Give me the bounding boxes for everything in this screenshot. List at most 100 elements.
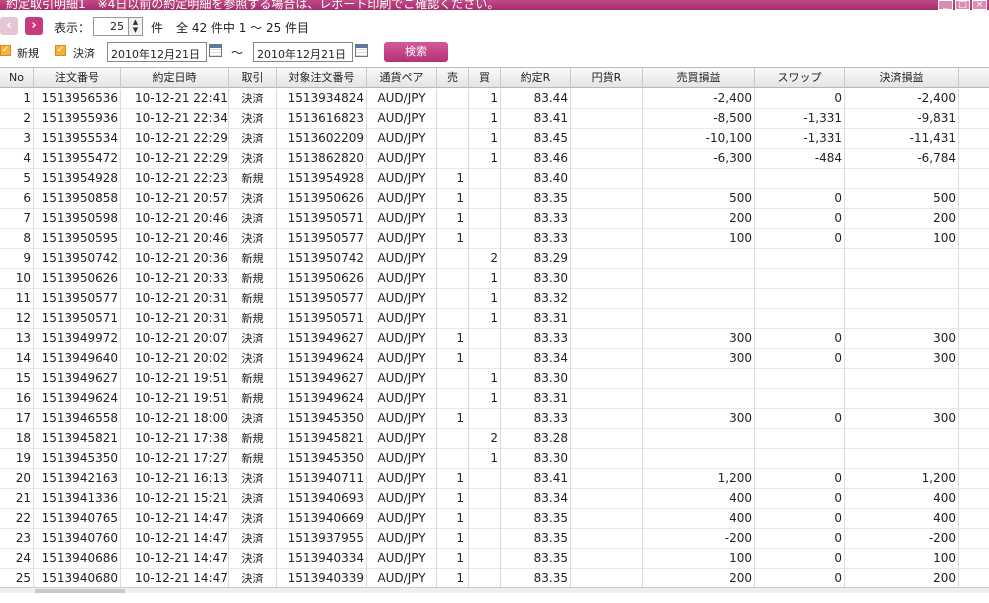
- cell-currency-pair: AUD/JPY: [367, 189, 437, 209]
- header-buy[interactable]: 買: [469, 68, 501, 88]
- cell-sell: [437, 269, 469, 289]
- cell-exec-rate: 83.46: [501, 149, 571, 169]
- table-row[interactable]: 19 1513945350 10-12-21 17:27 新規 1513945350 AU…: [0, 449, 989, 469]
- cell-buy: 1: [469, 109, 501, 129]
- cell-exec-rate: 83.34: [501, 489, 571, 509]
- cell-trade-type: 新規: [229, 309, 277, 329]
- cell-sell: 1: [437, 169, 469, 189]
- cell-exec-time: 10-12-21 20:31: [121, 309, 229, 329]
- header-target-order-no[interactable]: 対象注文番号: [277, 68, 367, 88]
- cell-swap: [755, 249, 845, 269]
- page-size-stepper[interactable]: 25 ▲ ▼: [93, 17, 143, 36]
- chevron-left-icon[interactable]: ‹: [0, 17, 18, 35]
- header-no[interactable]: No: [0, 68, 34, 88]
- window-title: 約定取引明細1 ※4日以前の約定明細を参照する場合は、レポート印刷でご確認くださ…: [6, 0, 500, 10]
- table-row[interactable]: 4 1513955472 10-12-21 22:29 決済 1513862820 AUD…: [0, 149, 989, 169]
- table-row[interactable]: 22 1513940765 10-12-21 14:47 決済 1513940669 AU…: [0, 509, 989, 529]
- table-row[interactable]: 25 1513940680 10-12-21 14:47 決済 1513940339 AU…: [0, 569, 989, 589]
- horizontal-scrollbar[interactable]: [0, 587, 989, 593]
- table-row[interactable]: 11 1513950577 10-12-21 20:31 新規 1513950577 AU…: [0, 289, 989, 309]
- header-trade-pl[interactable]: 売買損益: [643, 68, 755, 88]
- cell-exec-rate: 83.31: [501, 309, 571, 329]
- close-button[interactable]: ×: [972, 0, 987, 10]
- cell-trade-type: 決済: [229, 569, 277, 589]
- cell-buy: [469, 489, 501, 509]
- header-exec-time[interactable]: 約定日時: [121, 68, 229, 88]
- cell-currency-pair: AUD/JPY: [367, 289, 437, 309]
- cell-exec-time: 10-12-21 20:36: [121, 249, 229, 269]
- table-row[interactable]: 16 1513949624 10-12-21 19:51 新規 1513949624 AU…: [0, 389, 989, 409]
- maximize-button[interactable]: □: [955, 0, 970, 10]
- calendar-icon[interactable]: [355, 44, 368, 57]
- cell-no: 20: [0, 469, 34, 489]
- cell-currency-pair: AUD/JPY: [367, 229, 437, 249]
- cell-no: 7: [0, 209, 34, 229]
- table-row[interactable]: 9 1513950742 10-12-21 20:36 新規 1513950742 AUD…: [0, 249, 989, 269]
- cell-trade-type: 新規: [229, 289, 277, 309]
- cell-trade-pl: -2,400: [643, 89, 755, 109]
- date-to-field[interactable]: 2010年12月21日: [253, 42, 353, 62]
- page-size-value[interactable]: 25: [96, 20, 124, 33]
- table-row[interactable]: 10 1513950626 10-12-21 20:33 新規 1513950626 AU…: [0, 269, 989, 289]
- table-row[interactable]: 5 1513954928 10-12-21 22:23 新規 1513954928 AUD…: [0, 169, 989, 189]
- table-row[interactable]: 14 1513949640 10-12-21 20:02 決済 1513949624 AU…: [0, 349, 989, 369]
- cell-order-no: 1513950595: [34, 229, 121, 249]
- chevron-right-icon[interactable]: ›: [25, 17, 43, 35]
- table-row[interactable]: 21 1513941336 10-12-21 15:21 決済 1513940693 AU…: [0, 489, 989, 509]
- table-row[interactable]: 18 1513945821 10-12-21 17:38 新規 1513945821 AU…: [0, 429, 989, 449]
- minimize-button[interactable]: _: [938, 0, 953, 10]
- scrollbar-thumb[interactable]: [35, 589, 125, 593]
- cell-exec-time: 10-12-21 19:51: [121, 369, 229, 389]
- cell-trade-type: 新規: [229, 449, 277, 469]
- cell-currency-pair: AUD/JPY: [367, 89, 437, 109]
- cell-yen-rate: [571, 309, 643, 329]
- table-row[interactable]: 7 1513950598 10-12-21 20:46 決済 1513950571 AUD…: [0, 209, 989, 229]
- search-button[interactable]: 検索: [384, 42, 448, 62]
- header-trade-type[interactable]: 取引: [229, 68, 277, 88]
- new-checkbox[interactable]: ✓: [0, 45, 11, 56]
- table-row[interactable]: 6 1513950858 10-12-21 20:57 決済 1513950626 AUD…: [0, 189, 989, 209]
- header-currency-pair[interactable]: 通貨ペア: [367, 68, 437, 88]
- cell-buy: [469, 169, 501, 189]
- header-settle-pl[interactable]: 決済損益: [845, 68, 959, 88]
- table-row[interactable]: 24 1513940686 10-12-21 14:47 決済 1513940334 AU…: [0, 549, 989, 569]
- cell-order-no: 1513950577: [34, 289, 121, 309]
- cell-exec-rate: 83.30: [501, 369, 571, 389]
- table-row[interactable]: 3 1513955534 10-12-21 22:29 決済 1513602209 AUD…: [0, 129, 989, 149]
- calendar-icon[interactable]: [209, 44, 222, 57]
- table-row[interactable]: 17 1513946558 10-12-21 18:00 決済 1513945350 AU…: [0, 409, 989, 429]
- header-swap[interactable]: スワップ: [755, 68, 845, 88]
- cell-sell: 1: [437, 489, 469, 509]
- table-row[interactable]: 1 1513956536 10-12-21 22:41 決済 1513934824 AUD…: [0, 89, 989, 109]
- table-row[interactable]: 13 1513949972 10-12-21 20:07 決済 1513949627 AU…: [0, 329, 989, 349]
- cell-order-no: 1513940760: [34, 529, 121, 549]
- stepper-down-icon[interactable]: ▼: [129, 26, 142, 34]
- cell-exec-rate: 83.35: [501, 529, 571, 549]
- cell-settle-pl: -9,831: [845, 109, 959, 129]
- table-row[interactable]: 15 1513949627 10-12-21 19:51 新規 1513949627 AU…: [0, 369, 989, 389]
- cell-trade-type: 決済: [229, 349, 277, 369]
- stepper-up-icon[interactable]: ▲: [129, 18, 142, 26]
- header-yen-rate[interactable]: 円貨R: [571, 68, 643, 88]
- cell-exec-rate: 83.40: [501, 169, 571, 189]
- cell-trade-type: 決済: [229, 549, 277, 569]
- table-row[interactable]: 23 1513940760 10-12-21 14:47 決済 1513937955 AU…: [0, 529, 989, 549]
- table-row[interactable]: 20 1513942163 10-12-21 16:13 決済 1513940711 AU…: [0, 469, 989, 489]
- header-order-no[interactable]: 注文番号: [34, 68, 121, 88]
- cell-settle-pl: 300: [845, 409, 959, 429]
- cell-sell: [437, 309, 469, 329]
- cell-no: 8: [0, 229, 34, 249]
- settle-checkbox[interactable]: ✓: [55, 45, 66, 56]
- cell-swap: [755, 449, 845, 469]
- table-row[interactable]: 12 1513950571 10-12-21 20:31 新規 1513950571 AU…: [0, 309, 989, 329]
- table-row[interactable]: 8 1513950595 10-12-21 20:46 決済 1513950577 AUD…: [0, 229, 989, 249]
- cell-sell: 1: [437, 329, 469, 349]
- table-row[interactable]: 2 1513955936 10-12-21 22:34 決済 1513616823 AUD…: [0, 109, 989, 129]
- header-exec-rate[interactable]: 約定R: [501, 68, 571, 88]
- date-from-field[interactable]: 2010年12月21日: [107, 42, 207, 62]
- header-sell[interactable]: 売: [437, 68, 469, 88]
- cell-no: 14: [0, 349, 34, 369]
- cell-sell: 1: [437, 569, 469, 589]
- cell-exec-rate: 83.35: [501, 509, 571, 529]
- cell-order-no: 1513949972: [34, 329, 121, 349]
